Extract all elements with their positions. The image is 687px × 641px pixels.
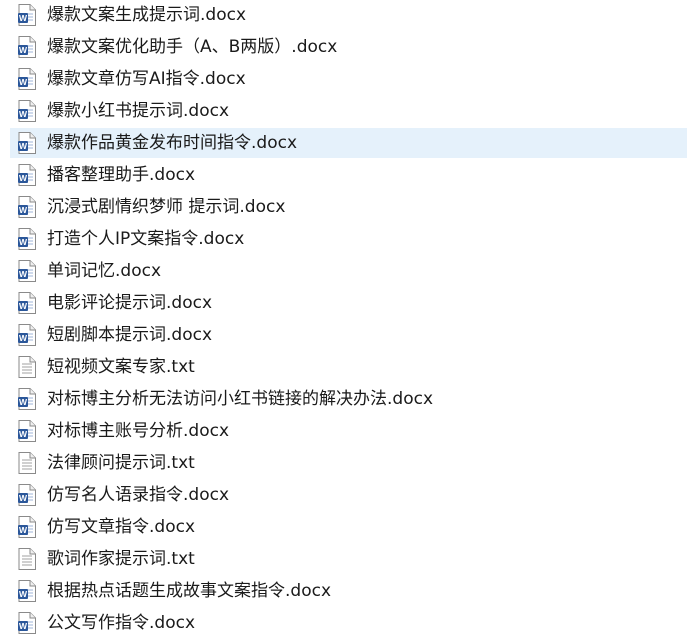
file-name: 爆款文案优化助手（A、B两版）.docx [47, 37, 338, 57]
file-row[interactable]: W 爆款文章仿写AI指令.docx [10, 64, 687, 94]
svg-text:W: W [19, 109, 28, 119]
svg-text:W: W [19, 621, 28, 631]
word-document-icon: W [18, 132, 36, 154]
svg-text:W: W [19, 301, 28, 311]
word-document-icon: W [18, 36, 36, 58]
svg-text:W: W [19, 205, 28, 215]
file-name: 单词记忆.docx [47, 261, 162, 281]
file-row[interactable]: W 爆款小红书提示词.docx [10, 96, 687, 126]
svg-text:W: W [19, 45, 28, 55]
svg-text:W: W [19, 525, 28, 535]
text-file-icon [18, 548, 36, 570]
word-document-icon: W [18, 196, 36, 218]
file-name: 法律顾问提示词.txt [47, 453, 195, 473]
svg-text:W: W [19, 589, 28, 599]
file-name: 打造个人IP文案指令.docx [47, 229, 245, 249]
svg-text:W: W [19, 237, 28, 247]
svg-text:W: W [19, 429, 28, 439]
file-row[interactable]: W 爆款文案生成提示词.docx [10, 0, 687, 30]
file-list: W 爆款文案生成提示词.docx W 爆款文案优化助手（A、B两版）.docx … [0, 0, 687, 641]
file-name: 歌词作家提示词.txt [47, 549, 195, 569]
file-row[interactable]: W 对标博主分析无法访问小红书链接的解决办法.docx [10, 384, 687, 414]
word-document-icon: W [18, 68, 36, 90]
file-name: 爆款文章仿写AI指令.docx [47, 69, 246, 89]
word-document-icon: W [18, 228, 36, 250]
file-name: 爆款小红书提示词.docx [47, 101, 230, 121]
svg-text:W: W [19, 333, 28, 343]
file-name: 对标博主账号分析.docx [47, 421, 230, 441]
file-row[interactable]: W 仿写文章指令.docx [10, 512, 687, 542]
file-name: 短视频文案专家.txt [47, 357, 195, 377]
word-document-icon: W [18, 292, 36, 314]
text-file-icon [18, 356, 36, 378]
file-name: 沉浸式剧情织梦师 提示词.docx [47, 197, 286, 217]
text-file-icon [18, 452, 36, 474]
file-name: 爆款作品黄金发布时间指令.docx [47, 133, 298, 153]
file-row[interactable]: W 仿写名人语录指令.docx [10, 480, 687, 510]
svg-text:W: W [19, 77, 28, 87]
word-document-icon: W [18, 324, 36, 346]
file-row[interactable]: W 根据热点话题生成故事文案指令.docx [10, 576, 687, 606]
word-document-icon: W [18, 164, 36, 186]
file-name: 对标博主分析无法访问小红书链接的解决办法.docx [47, 389, 434, 409]
svg-text:W: W [19, 397, 28, 407]
word-document-icon: W [18, 612, 36, 634]
file-row[interactable]: W 对标博主账号分析.docx [10, 416, 687, 446]
file-row[interactable]: W 短剧脚本提示词.docx [10, 320, 687, 350]
file-name: 电影评论提示词.docx [47, 293, 213, 313]
word-document-icon: W [18, 484, 36, 506]
file-name: 短剧脚本提示词.docx [47, 325, 213, 345]
file-row[interactable]: 短视频文案专家.txt [10, 352, 687, 382]
file-row[interactable]: 法律顾问提示词.txt [10, 448, 687, 478]
file-name: 仿写名人语录指令.docx [47, 485, 230, 505]
file-row[interactable]: W 沉浸式剧情织梦师 提示词.docx [10, 192, 687, 222]
file-row[interactable]: W 电影评论提示词.docx [10, 288, 687, 318]
svg-text:W: W [19, 13, 28, 23]
file-row[interactable]: 歌词作家提示词.txt [10, 544, 687, 574]
file-row[interactable]: W 爆款作品黄金发布时间指令.docx [10, 128, 687, 158]
word-document-icon: W [18, 260, 36, 282]
file-name: 根据热点话题生成故事文案指令.docx [47, 581, 332, 601]
file-name: 仿写文章指令.docx [47, 517, 196, 537]
svg-text:W: W [19, 141, 28, 151]
file-row[interactable]: W 打造个人IP文案指令.docx [10, 224, 687, 254]
word-document-icon: W [18, 388, 36, 410]
file-row[interactable]: W 单词记忆.docx [10, 256, 687, 286]
word-document-icon: W [18, 4, 36, 26]
word-document-icon: W [18, 580, 36, 602]
word-document-icon: W [18, 516, 36, 538]
file-row[interactable]: W 公文写作指令.docx [10, 608, 687, 638]
word-document-icon: W [18, 100, 36, 122]
file-name: 播客整理助手.docx [47, 165, 196, 185]
file-name: 爆款文案生成提示词.docx [47, 5, 247, 25]
svg-text:W: W [19, 269, 28, 279]
file-row[interactable]: W 爆款文案优化助手（A、B两版）.docx [10, 32, 687, 62]
svg-text:W: W [19, 173, 28, 183]
file-row[interactable]: W 播客整理助手.docx [10, 160, 687, 190]
word-document-icon: W [18, 420, 36, 442]
file-name: 公文写作指令.docx [47, 613, 196, 633]
svg-text:W: W [19, 493, 28, 503]
